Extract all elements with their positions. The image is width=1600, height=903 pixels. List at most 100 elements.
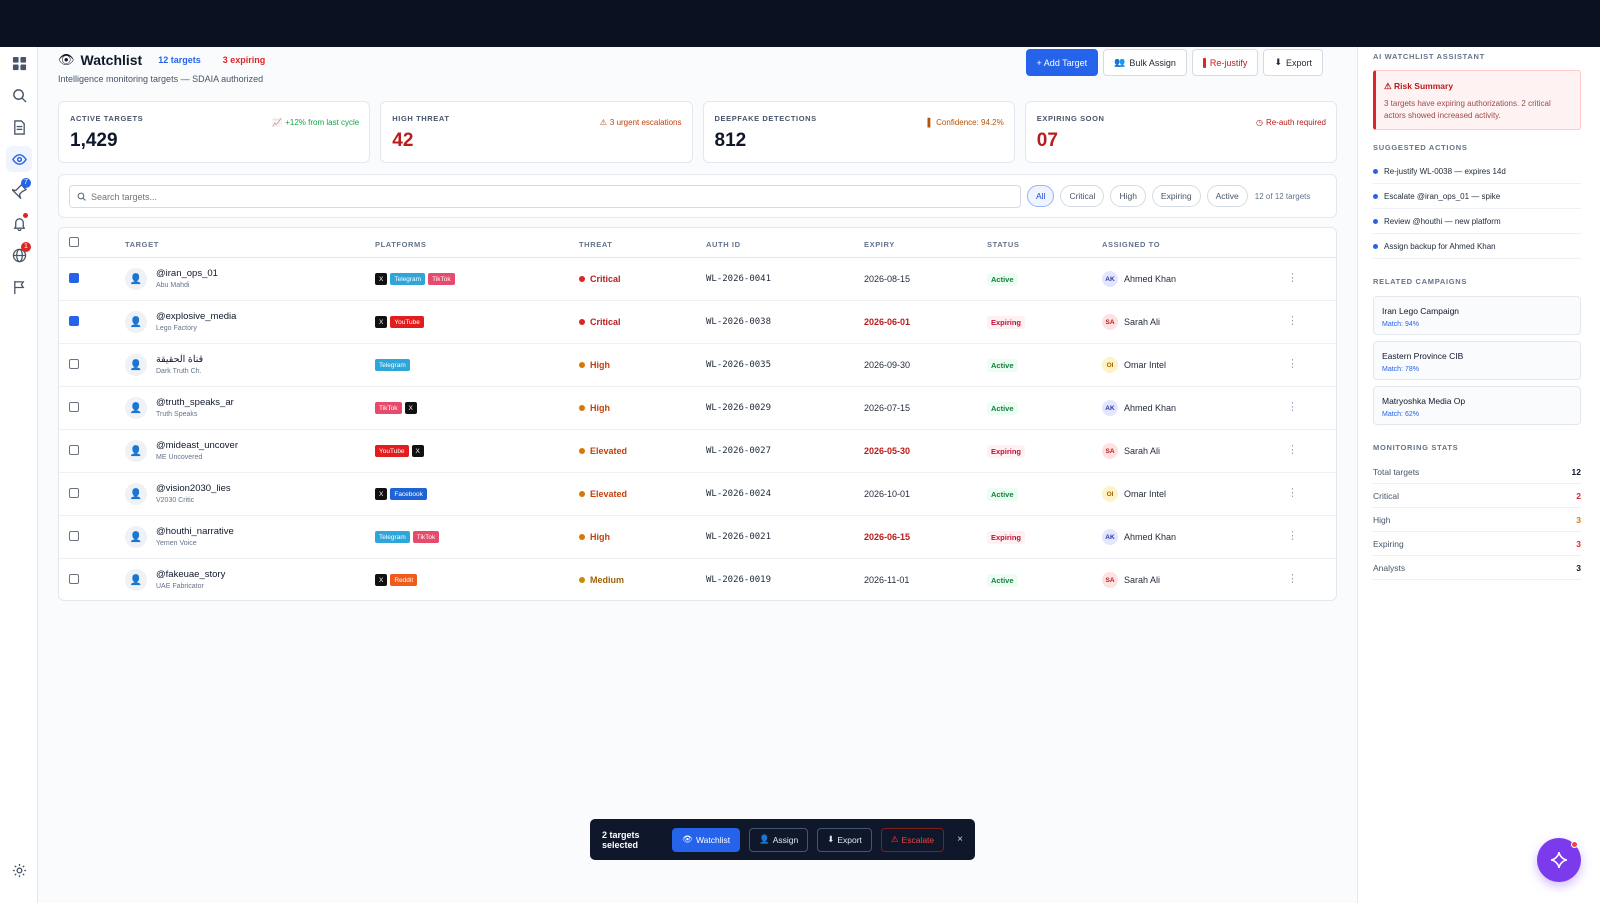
stat-value: 812 (714, 130, 747, 151)
expiring-count-pill[interactable]: 3 expiring (223, 55, 266, 65)
monitoring-stat-row: Total targets 12 (1373, 460, 1581, 484)
close-icon[interactable]: × (957, 834, 963, 845)
target-handle[interactable]: @iran_ops_01 (156, 268, 218, 279)
expiry-date: 2026-09-30 (864, 360, 911, 370)
chip-expiring[interactable]: Expiring (1151, 185, 1201, 207)
table-row[interactable]: 👤 @explosive_media Lego Factory X YouTube Cri… (59, 301, 1336, 344)
row-checkbox[interactable] (69, 402, 79, 412)
bulk-assign-button[interactable]: 👥 Bulk Assign (1103, 49, 1187, 76)
more-options-icon[interactable]: ⋮ (1287, 486, 1298, 499)
auth-id: WL-2026-0021 (706, 532, 772, 542)
row-checkbox[interactable] (69, 316, 79, 326)
assignee[interactable]: AK Ahmed Khan (1102, 400, 1176, 416)
auth-id: WL-2026-0029 (706, 403, 772, 413)
threat-level: High (579, 360, 610, 370)
target-handle[interactable]: قناة الحقيقة (156, 354, 203, 365)
platform-tags: X Telegram TikTok (375, 273, 455, 285)
nav-notifications[interactable] (6, 210, 32, 236)
search-input[interactable] (91, 191, 991, 202)
target-alias: Truth Speaks (156, 411, 198, 418)
platform-tags: X Reddit (375, 574, 418, 586)
campaign-card[interactable]: Iran Lego Campaign Match: 94% (1373, 296, 1581, 335)
bulk-assign-button[interactable]: 👤 Assign (749, 827, 809, 852)
nav-search[interactable] (6, 82, 32, 108)
suggested-action[interactable]: Re-justify WL-0038 — expires 14d (1373, 159, 1581, 184)
more-options-icon[interactable]: ⋮ (1287, 271, 1298, 284)
nav-dashboard[interactable] (6, 50, 32, 76)
assignee[interactable]: SA Sarah Ali (1102, 443, 1160, 459)
campaign-card[interactable]: Eastern Province CIB Match: 78% (1373, 341, 1581, 380)
table-row[interactable]: 👤 @vision2030_lies V2030 Critic X Facebook El… (59, 473, 1336, 516)
table-row[interactable]: 👤 @mideast_uncover ME Uncovered YouTube X Ele… (59, 430, 1336, 473)
more-options-icon[interactable]: ⋮ (1287, 572, 1298, 585)
row-checkbox[interactable] (69, 531, 79, 541)
row-checkbox[interactable] (69, 273, 79, 283)
assignee-initials: AK (1102, 400, 1118, 416)
suggested-action[interactable]: Escalate @iran_ops_01 — spike (1373, 184, 1581, 209)
add-target-button[interactable]: + Add Target (1025, 49, 1099, 76)
row-checkbox[interactable] (69, 359, 79, 369)
auth-id: WL-2026-0035 (706, 360, 772, 370)
chip-active[interactable]: Active (1206, 185, 1248, 207)
assignee-initials: SA (1102, 314, 1118, 330)
more-options-icon[interactable]: ⋮ (1287, 357, 1298, 370)
rejustify-button[interactable]: Re-justify (1191, 49, 1259, 76)
assignee[interactable]: AK Ahmed Khan (1102, 529, 1176, 545)
target-handle[interactable]: @explosive_media (156, 311, 236, 322)
suggested-action[interactable]: Review @houthi — new platform (1373, 209, 1581, 234)
nav-pins[interactable]: 7 (6, 178, 32, 204)
target-handle[interactable]: @mideast_uncover (156, 440, 238, 451)
campaign-card[interactable]: Matryoshka Media Op Match: 62% (1373, 386, 1581, 425)
main-content: 👁 Watchlist 12 targets 3 expiring Intell… (38, 47, 1357, 903)
avatar: 👤 (125, 397, 147, 419)
table-row[interactable]: 👤 @truth_speaks_ar Truth Speaks TikTok X High… (59, 387, 1336, 430)
table-header: TARGET PLATFORMS THREAT AUTH ID EXPIRY S… (59, 228, 1336, 258)
chip-all[interactable]: All (1027, 185, 1055, 207)
bullet-icon (1373, 218, 1378, 224)
nav-globe[interactable]: 1 (6, 242, 32, 268)
select-all-checkbox[interactable] (69, 237, 79, 247)
assignee[interactable]: OI Omar Intel (1102, 357, 1166, 373)
chip-critical[interactable]: Critical (1060, 185, 1105, 207)
chip-high[interactable]: High (1110, 185, 1146, 207)
assignee[interactable]: OI Omar Intel (1102, 486, 1166, 502)
ai-assistant-fab[interactable] (1537, 838, 1581, 882)
threat-dot-icon (579, 448, 585, 454)
target-handle[interactable]: @vision2030_lies (156, 483, 231, 494)
row-checkbox[interactable] (69, 574, 79, 584)
warning-icon: ⚠ (1384, 81, 1394, 91)
platform-tag: X (375, 574, 388, 586)
table-row[interactable]: 👤 @iran_ops_01 Abu Mahdi X Telegram TikTok Cri… (59, 258, 1336, 301)
auth-id: WL-2026-0019 (706, 575, 772, 585)
nav-reports[interactable] (6, 114, 32, 140)
target-handle[interactable]: @fakeuae_story (156, 569, 225, 580)
nav-watchlist[interactable] (6, 146, 32, 172)
nav-settings[interactable] (6, 857, 32, 883)
target-handle[interactable]: @houthi_narrative (156, 526, 234, 537)
row-checkbox[interactable] (69, 445, 79, 455)
bulk-watchlist-button[interactable]: 👁 Watchlist (672, 827, 741, 852)
more-options-icon[interactable]: ⋮ (1287, 314, 1298, 327)
assignee[interactable]: SA Sarah Ali (1102, 314, 1160, 330)
table-row[interactable]: 👤 قناة الحقيقة Dark Truth Ch. Telegram High W… (59, 344, 1336, 387)
suggested-action[interactable]: Assign backup for Ahmed Khan (1373, 234, 1581, 259)
table-row[interactable]: 👤 @houthi_narrative Yemen Voice Telegram Tik… (59, 516, 1336, 559)
row-checkbox[interactable] (69, 488, 79, 498)
target-handle[interactable]: @truth_speaks_ar (156, 397, 234, 408)
search-box[interactable] (69, 185, 1021, 208)
platform-tag: TikTok (375, 402, 402, 414)
assignee[interactable]: SA Sarah Ali (1102, 572, 1160, 588)
clock-icon: ◷ (1255, 118, 1263, 127)
stat-card-expiring: EXPIRING SOON 07 ◷ Re-auth required (1024, 101, 1337, 163)
more-options-icon[interactable]: ⋮ (1287, 400, 1298, 413)
bulk-escalate-button[interactable]: ⚠ Escalate (880, 827, 945, 852)
targets-count-pill[interactable]: 12 targets (158, 55, 201, 65)
bulk-export-button[interactable]: ⬇ Export (817, 827, 872, 852)
table-row[interactable]: 👤 @fakeuae_story UAE Fabricator X Reddit Medi… (59, 559, 1336, 600)
export-button[interactable]: ⬇ Export (1263, 49, 1323, 76)
nav-flags[interactable] (6, 274, 32, 300)
more-options-icon[interactable]: ⋮ (1287, 443, 1298, 456)
stat-value: 1,429 (70, 130, 118, 151)
more-options-icon[interactable]: ⋮ (1287, 529, 1298, 542)
assignee[interactable]: AK Ahmed Khan (1102, 271, 1176, 287)
